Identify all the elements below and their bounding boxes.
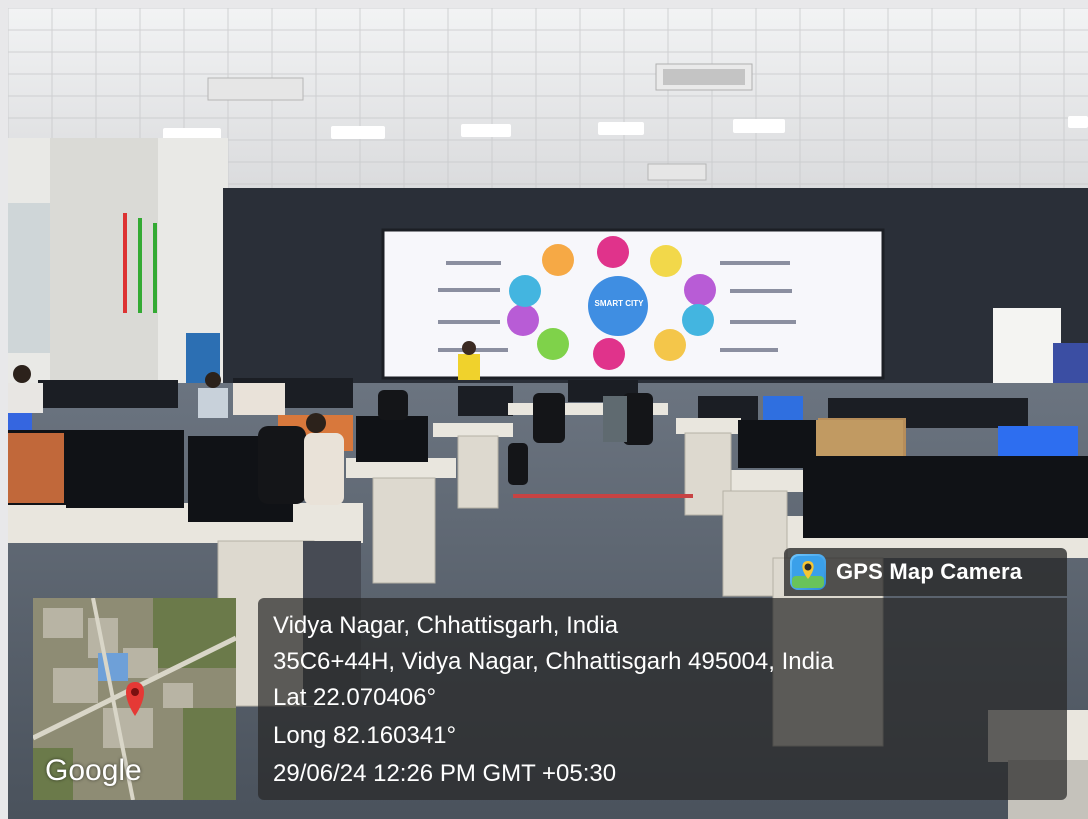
window-blind bbox=[8, 203, 50, 353]
photo-frame: SMART CITY Google GPS Map Camera Vidya N… bbox=[0, 0, 1088, 819]
ac-vent bbox=[207, 77, 304, 101]
app-title: GPS Map Camera bbox=[836, 559, 1023, 584]
google-logo: Google bbox=[45, 754, 142, 787]
ceiling-light bbox=[733, 119, 785, 133]
address-line: 35C6+44H, Vidya Nagar, Chhattisgarh 4950… bbox=[273, 648, 834, 675]
ac-vent bbox=[647, 163, 707, 181]
ceiling-light bbox=[1068, 116, 1088, 128]
gps-app-header: GPS Map Camera bbox=[784, 548, 1067, 596]
timestamp: 29/06/24 12:26 PM GMT +05:30 bbox=[273, 760, 617, 787]
latitude: Lat 22.070406° bbox=[273, 684, 437, 711]
map-thumbnail: Google bbox=[33, 598, 236, 800]
gps-info-panel: Vidya Nagar, Chhattisgarh, India 35C6+44… bbox=[258, 598, 1067, 800]
presenter bbox=[458, 354, 480, 380]
ceiling-light bbox=[461, 124, 511, 137]
side-panel bbox=[993, 308, 1061, 388]
longitude: Long 82.160341° bbox=[273, 722, 457, 749]
location-title: Vidya Nagar, Chhattisgarh, India bbox=[273, 612, 619, 639]
ceiling-light bbox=[331, 126, 385, 139]
ceiling-light bbox=[598, 122, 644, 135]
smart-city-label: SMART CITY bbox=[594, 299, 644, 308]
map-pin-icon bbox=[790, 554, 826, 590]
